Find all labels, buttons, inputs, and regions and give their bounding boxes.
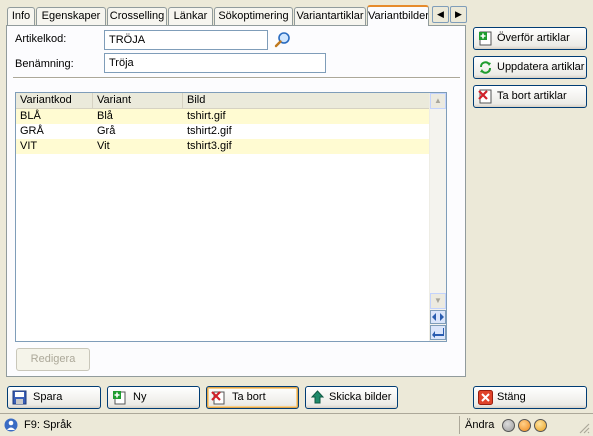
- upload-arrow-icon: [310, 390, 325, 404]
- tab-info[interactable]: Info: [7, 7, 35, 25]
- cell-variantkod: GRÅ: [20, 125, 44, 137]
- user-icon: [4, 418, 18, 432]
- arrow-left-icon: ◀: [437, 9, 444, 19]
- tab-egenskaper[interactable]: Egenskaper: [36, 7, 106, 25]
- grid-enter-button[interactable]: [430, 325, 446, 340]
- mode-indicator: Ändra: [465, 419, 495, 431]
- overfor-artiklar-button[interactable]: Överför artiklar: [473, 27, 587, 50]
- scroll-up-button[interactable]: ▲: [430, 93, 446, 109]
- variant-grid[interactable]: Variantkod Variant Bild BLÅ Blå tshirt.g…: [15, 92, 447, 342]
- status-lamp-gray: [502, 419, 515, 432]
- status-lamp-orange: [518, 419, 531, 432]
- enter-arrow-icon: [432, 328, 444, 338]
- tab-sokoptimering[interactable]: Sökoptimering: [214, 7, 293, 25]
- close-icon: [478, 390, 493, 405]
- ta-bort-artiklar-label: Ta bort artiklar: [497, 90, 567, 102]
- tab-lankar[interactable]: Länkar: [168, 7, 213, 25]
- table-row[interactable]: VIT Vit tshirt3.gif: [16, 139, 430, 154]
- overfor-artiklar-label: Överför artiklar: [497, 32, 570, 44]
- grid-expand-button[interactable]: [430, 310, 446, 324]
- delete-icon: [211, 391, 225, 405]
- grid-header: Variantkod Variant Bild: [16, 93, 430, 109]
- help-text: F9: Språk: [24, 419, 72, 431]
- tab-crosselling[interactable]: Crosselling: [107, 7, 167, 25]
- redigera-label: Redigera: [30, 353, 76, 365]
- table-row[interactable]: GRÅ Grå tshirt2.gif: [16, 124, 430, 139]
- stang-button[interactable]: Stäng: [473, 386, 587, 409]
- redigera-button[interactable]: Redigera: [16, 348, 90, 371]
- status-lamp-amber: [534, 419, 547, 432]
- ny-label: Ny: [133, 391, 147, 403]
- ta-bort-button[interactable]: Ta bort: [206, 386, 299, 409]
- spara-label: Spara: [33, 391, 63, 403]
- column-header-variantkod[interactable]: Variantkod: [16, 93, 93, 108]
- arrow-right-icon: ▶: [455, 9, 462, 19]
- tab-variantartiklar[interactable]: Variantartiklar: [294, 7, 366, 25]
- tab-variantbilder[interactable]: Variantbilder: [367, 5, 429, 26]
- cell-variant: Grå: [97, 125, 116, 137]
- cell-variant: Blå: [97, 110, 113, 122]
- cell-bild: tshirt.gif: [187, 110, 226, 122]
- arrow-up-icon: ▲: [434, 96, 442, 105]
- resize-grip-icon[interactable]: [578, 422, 591, 435]
- cell-variantkod: BLÅ: [20, 110, 41, 122]
- arrow-down-icon: ▼: [434, 296, 442, 305]
- cell-bild: tshirt3.gif: [187, 140, 232, 152]
- status-divider: [459, 416, 460, 434]
- table-row[interactable]: BLÅ Blå tshirt.gif: [16, 109, 430, 124]
- column-header-variant[interactable]: Variant: [93, 93, 183, 108]
- cell-bild: tshirt2.gif: [187, 125, 232, 137]
- tab-scroll-left-button[interactable]: ◀: [432, 6, 449, 23]
- benamning-label: Benämning:: [15, 58, 74, 70]
- spara-button[interactable]: Spara: [7, 386, 101, 409]
- benamning-field[interactable]: Tröja: [104, 53, 326, 73]
- stang-label: Stäng: [497, 391, 526, 403]
- divider: [13, 77, 460, 79]
- arrows-horizontal-icon: [432, 313, 444, 321]
- ny-button[interactable]: Ny: [107, 386, 200, 409]
- skicka-bilder-button[interactable]: Skicka bilder: [305, 386, 398, 409]
- save-icon: [12, 390, 27, 405]
- ta-bort-label: Ta bort: [232, 391, 266, 403]
- cell-variant: Vit: [97, 140, 110, 152]
- grid-scrollbar[interactable]: ▲ ▼: [429, 93, 446, 341]
- uppdatera-artiklar-label: Uppdatera artiklar: [497, 61, 585, 73]
- cell-variantkod: VIT: [20, 140, 38, 152]
- column-header-bild[interactable]: Bild: [183, 93, 430, 108]
- skicka-bilder-label: Skicka bilder: [329, 391, 392, 403]
- status-bar: F9: Språk Ändra: [0, 413, 593, 436]
- add-document-icon: [479, 31, 492, 46]
- delete-document-icon: [478, 89, 492, 104]
- tab-scroll-right-button[interactable]: ▶: [450, 6, 467, 23]
- ta-bort-artiklar-button[interactable]: Ta bort artiklar: [473, 85, 587, 108]
- artikelkod-label: Artikelkod:: [15, 33, 67, 45]
- artikelkod-field[interactable]: TRÖJA: [104, 30, 268, 50]
- refresh-icon: [480, 61, 491, 74]
- scroll-down-button[interactable]: ▼: [430, 293, 446, 309]
- uppdatera-artiklar-button[interactable]: Uppdatera artiklar: [473, 56, 587, 79]
- search-icon[interactable]: [274, 31, 292, 49]
- new-document-icon: [113, 391, 126, 405]
